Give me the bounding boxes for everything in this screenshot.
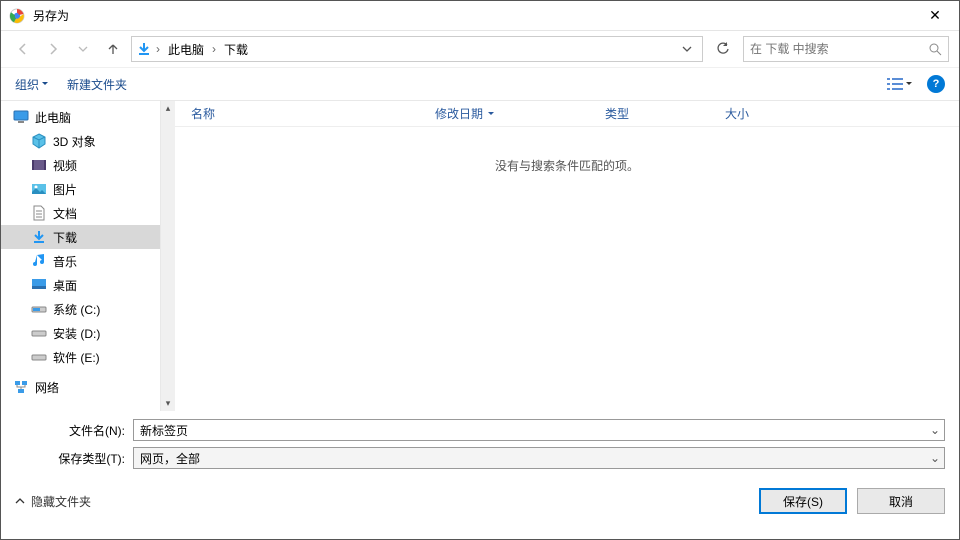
footer: 隐藏文件夹 保存(S) 取消 (1, 479, 959, 523)
up-button[interactable] (101, 37, 125, 61)
tree-item-drive-d[interactable]: 安装 (D:) (1, 321, 160, 345)
chevron-down-icon[interactable]: ⌄ (930, 451, 940, 465)
back-button[interactable] (11, 37, 35, 61)
tree-scrollbar[interactable]: ▴▾ (161, 101, 175, 411)
window-title: 另存为 (33, 7, 919, 24)
cancel-button[interactable]: 取消 (857, 488, 945, 514)
organize-menu[interactable]: 组织 (15, 76, 49, 93)
tree-label: 网络 (35, 379, 59, 396)
recent-dropdown[interactable] (71, 37, 95, 61)
hide-folders-toggle[interactable]: 隐藏文件夹 (15, 493, 91, 510)
tree-label: 安装 (D:) (53, 325, 100, 342)
tree-item-drive-c[interactable]: 系统 (C:) (1, 297, 160, 321)
video-icon (31, 157, 47, 173)
path-segment-current[interactable]: 下载 (220, 41, 252, 58)
tree-item-pictures[interactable]: 图片 (1, 177, 160, 201)
filename-value: 新标签页 (140, 422, 188, 439)
new-folder-button[interactable]: 新建文件夹 (67, 76, 127, 93)
tree-label: 视频 (53, 157, 77, 174)
music-icon (31, 253, 47, 269)
drive-icon (31, 301, 47, 317)
help-button[interactable]: ? (927, 75, 945, 93)
save-form: 文件名(N): 新标签页 ⌄ 保存类型(T): 网页，全部 ⌄ (1, 411, 959, 479)
path-segment-root[interactable]: 此电脑 (164, 41, 208, 58)
tree-item-network[interactable]: 网络 (1, 375, 160, 399)
chrome-icon (9, 8, 25, 24)
tree-item-music[interactable]: 音乐 (1, 249, 160, 273)
tree-label: 软件 (E:) (53, 349, 100, 366)
search-input[interactable] (750, 42, 929, 56)
tree-item-documents[interactable]: 文档 (1, 201, 160, 225)
tree-label: 图片 (53, 181, 77, 198)
toolbar: 组织 新建文件夹 ? (1, 67, 959, 101)
download-icon (31, 229, 47, 245)
tree-label: 3D 对象 (53, 133, 96, 150)
tree-label: 下载 (53, 229, 77, 246)
filetype-label: 保存类型(T): (15, 450, 133, 467)
filename-label: 文件名(N): (15, 422, 133, 439)
tree-label: 文档 (53, 205, 77, 222)
filetype-value: 网页，全部 (140, 450, 200, 467)
monitor-icon (13, 109, 29, 125)
tree-item-this-pc[interactable]: 此电脑 (1, 105, 160, 129)
file-list: 名称 修改日期 类型 大小 没有与搜索条件匹配的项。 (175, 101, 959, 411)
tree-label: 音乐 (53, 253, 77, 270)
tree-item-videos[interactable]: 视频 (1, 153, 160, 177)
save-button[interactable]: 保存(S) (759, 488, 847, 514)
tree-item-desktop[interactable]: 桌面 (1, 273, 160, 297)
col-name[interactable]: 名称 (175, 105, 435, 122)
col-date[interactable]: 修改日期 (435, 105, 605, 122)
chevron-right-icon: › (212, 42, 216, 56)
tree-item-drive-e[interactable]: 软件 (E:) (1, 345, 160, 369)
drive-icon (31, 349, 47, 365)
tree-label: 此电脑 (35, 109, 71, 126)
view-options[interactable] (887, 77, 913, 91)
empty-state: 没有与搜索条件匹配的项。 (175, 127, 959, 411)
forward-button[interactable] (41, 37, 65, 61)
tree-label: 桌面 (53, 277, 77, 294)
hide-folders-label: 隐藏文件夹 (31, 493, 91, 510)
desktop-icon (31, 277, 47, 293)
column-headers: 名称 修改日期 类型 大小 (175, 101, 959, 127)
nav-tree[interactable]: 此电脑 3D 对象 视频 图片 文档 下载 音乐 桌面 系统 (C:) 安装 (… (1, 101, 161, 411)
chevron-up-icon (15, 496, 25, 506)
tree-label: 系统 (C:) (53, 301, 100, 318)
nav-row: › 此电脑 › 下载 (1, 31, 959, 67)
filename-field[interactable]: 新标签页 ⌄ (133, 419, 945, 441)
search-box[interactable] (743, 36, 949, 62)
search-icon (929, 43, 942, 56)
pictures-icon (31, 181, 47, 197)
drive-icon (31, 325, 47, 341)
address-bar[interactable]: › 此电脑 › 下载 (131, 36, 703, 62)
col-type[interactable]: 类型 (605, 105, 725, 122)
tree-item-3d[interactable]: 3D 对象 (1, 129, 160, 153)
titlebar: 另存为 ✕ (1, 1, 959, 31)
filetype-field[interactable]: 网页，全部 ⌄ (133, 447, 945, 469)
chevron-down-icon[interactable]: ⌄ (930, 423, 940, 437)
downloads-path-icon (136, 41, 152, 57)
sort-desc-icon (487, 110, 495, 118)
refresh-button[interactable] (709, 36, 737, 62)
chevron-right-icon: › (156, 42, 160, 56)
close-button[interactable]: ✕ (919, 7, 951, 24)
address-dropdown[interactable] (676, 44, 698, 54)
col-size[interactable]: 大小 (725, 105, 825, 122)
cube-icon (31, 133, 47, 149)
document-icon (31, 205, 47, 221)
tree-item-downloads[interactable]: 下载 (1, 225, 160, 249)
network-icon (13, 379, 29, 395)
main-area: 此电脑 3D 对象 视频 图片 文档 下载 音乐 桌面 系统 (C:) 安装 (… (1, 101, 959, 411)
